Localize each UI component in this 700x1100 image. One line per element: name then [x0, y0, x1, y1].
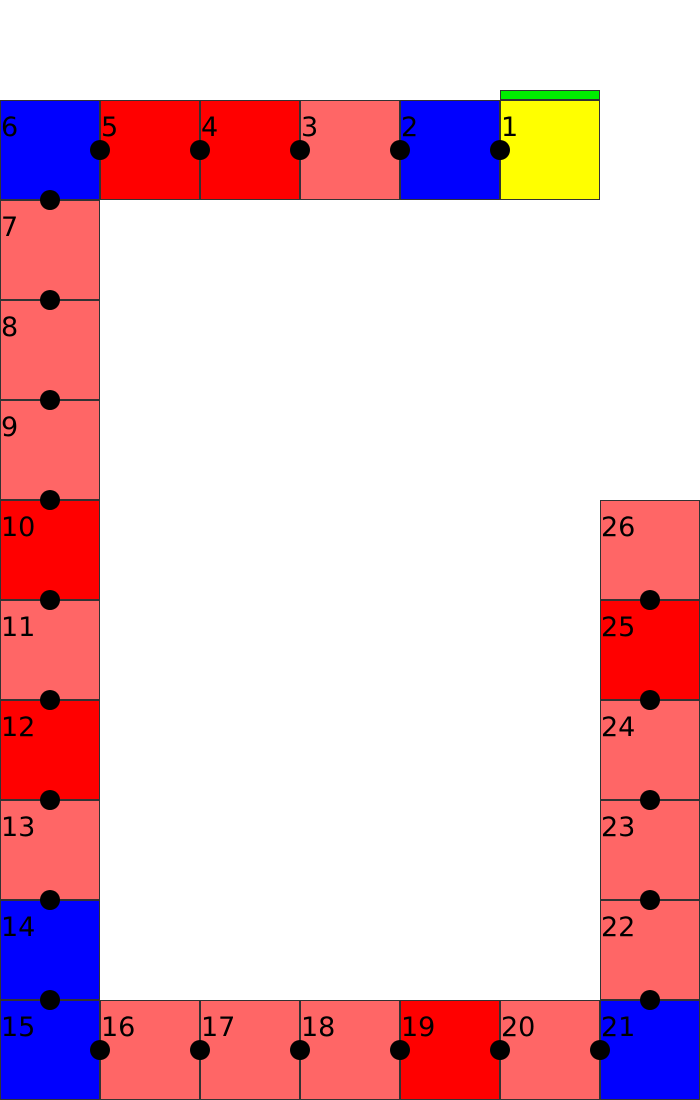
- game-board: 1 2 3 4 5 6 7 8 9 10 11 12 13 14 15 16 17 18 19 20 21 22 23 24 2…: [0, 0, 700, 1100]
- cell-number: 7: [1, 212, 19, 243]
- cell-number: 12: [1, 712, 36, 743]
- connection-dot: [640, 990, 660, 1010]
- cell-number: 17: [201, 1012, 236, 1043]
- cell-number: 2: [401, 112, 419, 143]
- board-cell-22: 22: [600, 900, 700, 1000]
- cell-number: 5: [101, 112, 119, 143]
- board-cell-21: 21: [600, 1000, 700, 1100]
- board-cell-23: 23: [600, 800, 700, 900]
- board-cell-9: 9: [0, 400, 100, 500]
- connection-dot: [390, 1040, 410, 1060]
- cell-number: 1: [501, 112, 519, 143]
- cell-number: 6: [1, 112, 19, 143]
- cell-number: 15: [1, 1012, 36, 1043]
- start-marker: [500, 90, 600, 100]
- cell-number: 24: [601, 712, 636, 743]
- cell-number: 21: [601, 1012, 636, 1043]
- connection-dot: [490, 140, 510, 160]
- board-cell-10: 10: [0, 500, 100, 600]
- connection-dot: [90, 140, 110, 160]
- cell-number: 11: [1, 612, 36, 643]
- connection-dot: [40, 990, 60, 1010]
- cell-number: 18: [301, 1012, 336, 1043]
- board-cell-16: 16: [100, 1000, 200, 1100]
- board-cell-19: 19: [400, 1000, 500, 1100]
- board-cell-6: 6: [0, 100, 100, 200]
- board-cell-8: 8: [0, 300, 100, 400]
- connection-dot: [90, 1040, 110, 1060]
- board-cell-20: 20: [500, 1000, 600, 1100]
- board-cell-13: 13: [0, 800, 100, 900]
- connection-dot: [640, 590, 660, 610]
- cell-number: 3: [301, 112, 319, 143]
- board-cell-18: 18: [300, 1000, 400, 1100]
- board-cell-15: 15: [0, 1000, 100, 1100]
- board-cell-17: 17: [200, 1000, 300, 1100]
- connection-dot: [290, 1040, 310, 1060]
- connection-dot: [190, 140, 210, 160]
- connection-dot: [40, 590, 60, 610]
- board-cell-11: 11: [0, 600, 100, 700]
- board-cell-25: 25: [600, 600, 700, 700]
- cell-number: 10: [1, 512, 36, 543]
- connection-dot: [40, 790, 60, 810]
- connection-dot: [640, 690, 660, 710]
- connection-dot: [40, 190, 60, 210]
- board-cell-4: 4: [200, 100, 300, 200]
- connection-dot: [390, 140, 410, 160]
- cell-number: 9: [1, 412, 19, 443]
- connection-dot: [640, 890, 660, 910]
- board-cell-1: 1: [500, 100, 600, 200]
- cell-number: 25: [601, 612, 636, 643]
- cell-number: 4: [201, 112, 219, 143]
- board-cell-24: 24: [600, 700, 700, 800]
- cell-number: 23: [601, 812, 636, 843]
- board-cell-26: 26: [600, 500, 700, 600]
- cell-number: 26: [601, 512, 636, 543]
- cell-number: 8: [1, 312, 19, 343]
- connection-dot: [40, 690, 60, 710]
- cell-number: 16: [101, 1012, 136, 1043]
- board-cell-3: 3: [300, 100, 400, 200]
- board-cell-14: 14: [0, 900, 100, 1000]
- board-cell-2: 2: [400, 100, 500, 200]
- cell-number: 19: [401, 1012, 436, 1043]
- connection-dot: [40, 390, 60, 410]
- connection-dot: [490, 1040, 510, 1060]
- cell-number: 13: [1, 812, 36, 843]
- connection-dot: [290, 140, 310, 160]
- board-cell-7: 7: [0, 200, 100, 300]
- connection-dot: [590, 1040, 610, 1060]
- cell-number: 22: [601, 912, 636, 943]
- cell-number: 14: [1, 912, 36, 943]
- cell-number: 20: [501, 1012, 536, 1043]
- connection-dot: [40, 290, 60, 310]
- connection-dot: [40, 890, 60, 910]
- connection-dot: [640, 790, 660, 810]
- board-cell-12: 12: [0, 700, 100, 800]
- connection-dot: [190, 1040, 210, 1060]
- board-cell-5: 5: [100, 100, 200, 200]
- connection-dot: [40, 490, 60, 510]
